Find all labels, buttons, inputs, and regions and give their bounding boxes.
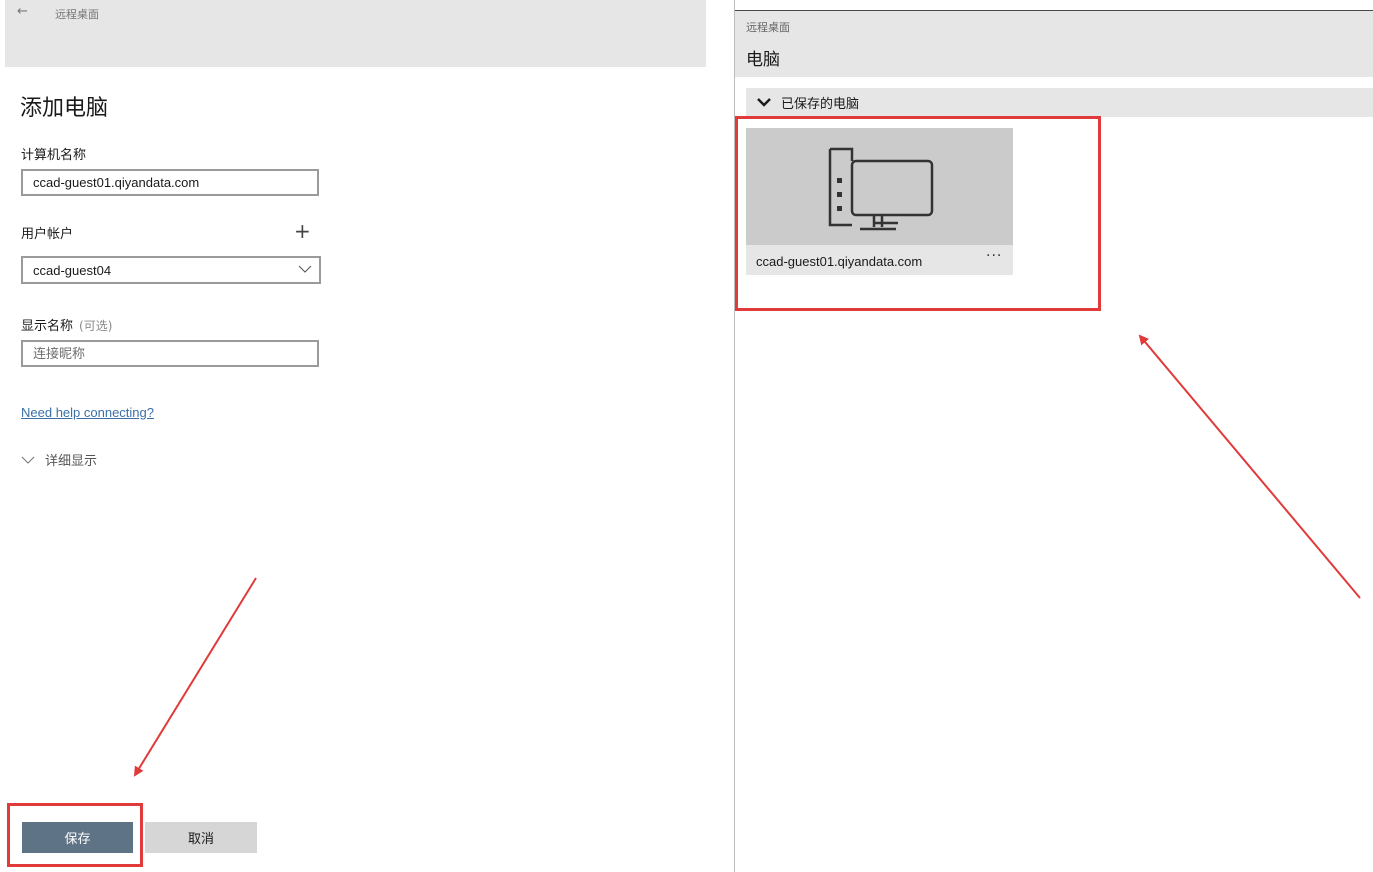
user-account-select[interactable]: ccad-guest04	[21, 256, 321, 284]
computer-name-label: 计算机名称	[21, 148, 87, 163]
help-link[interactable]: Need help connecting?	[21, 405, 154, 420]
details-toggle[interactable]: 详细显示	[21, 450, 97, 469]
app-title: 远程桌面	[55, 8, 99, 21]
arrow-left-icon[interactable]: ←	[17, 4, 28, 19]
save-highlight-annotation	[7, 803, 143, 867]
optional-hint: (可选)	[79, 319, 113, 333]
saved-pcs-group-header[interactable]: 已保存的电脑	[746, 88, 1373, 117]
details-toggle-label: 详细显示	[45, 454, 98, 469]
chevron-down-icon	[757, 97, 771, 107]
tile-highlight-annotation	[735, 116, 1101, 311]
user-account-value: ccad-guest04	[33, 263, 112, 278]
saved-pcs-label: 已保存的电脑	[781, 97, 860, 112]
user-account-label: 用户帐户	[21, 227, 74, 242]
cancel-button[interactable]: 取消	[145, 822, 257, 853]
add-pc-pane: ← 远程桌面 添加电脑 计算机名称 用户帐户 + ccad-guest04 显示…	[0, 0, 712, 872]
display-name-input[interactable]	[21, 340, 319, 367]
plus-icon[interactable]: +	[294, 221, 311, 241]
display-name-label-text: 显示名称	[21, 319, 74, 334]
pcs-pane: 远程桌面 电脑 已保存的电脑 ccad-guest01.qiyandata.co…	[735, 0, 1373, 872]
chevron-down-icon	[298, 265, 312, 273]
page-title: 电脑	[746, 50, 780, 70]
app-title: 远程桌面	[746, 21, 790, 34]
computer-name-input[interactable]	[21, 169, 319, 196]
title-bar: ← 远程桌面	[5, 0, 706, 67]
display-name-label: 显示名称 (可选)	[21, 315, 112, 334]
title-bar: 远程桌面 电脑	[735, 10, 1373, 77]
chevron-down-icon	[21, 456, 35, 464]
page-title: 添加电脑	[20, 96, 109, 121]
